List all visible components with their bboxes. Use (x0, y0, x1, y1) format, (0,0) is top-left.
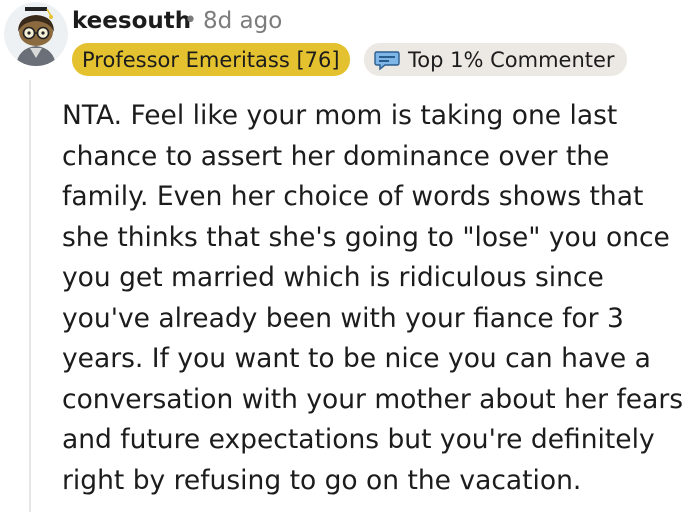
thread-line[interactable] (29, 80, 31, 512)
top-commenter-badge-label: Top 1% Commenter (408, 47, 615, 72)
snoo-avatar-icon (4, 2, 68, 66)
comment-body-text: NTA. Feel like your mom is taking one la… (62, 100, 684, 496)
user-avatar[interactable] (4, 2, 68, 66)
user-flair: Professor Emeritass [76] (72, 43, 350, 76)
user-flair-label: Professor Emeritass [76] (82, 47, 340, 72)
username-link[interactable]: keesouth (72, 6, 191, 36)
meta-separator: • (184, 8, 197, 33)
top-commenter-badge[interactable]: Top 1% Commenter (364, 43, 627, 76)
commenter-badge-icon (374, 50, 400, 70)
comment-timestamp[interactable]: 8d ago (203, 6, 282, 36)
